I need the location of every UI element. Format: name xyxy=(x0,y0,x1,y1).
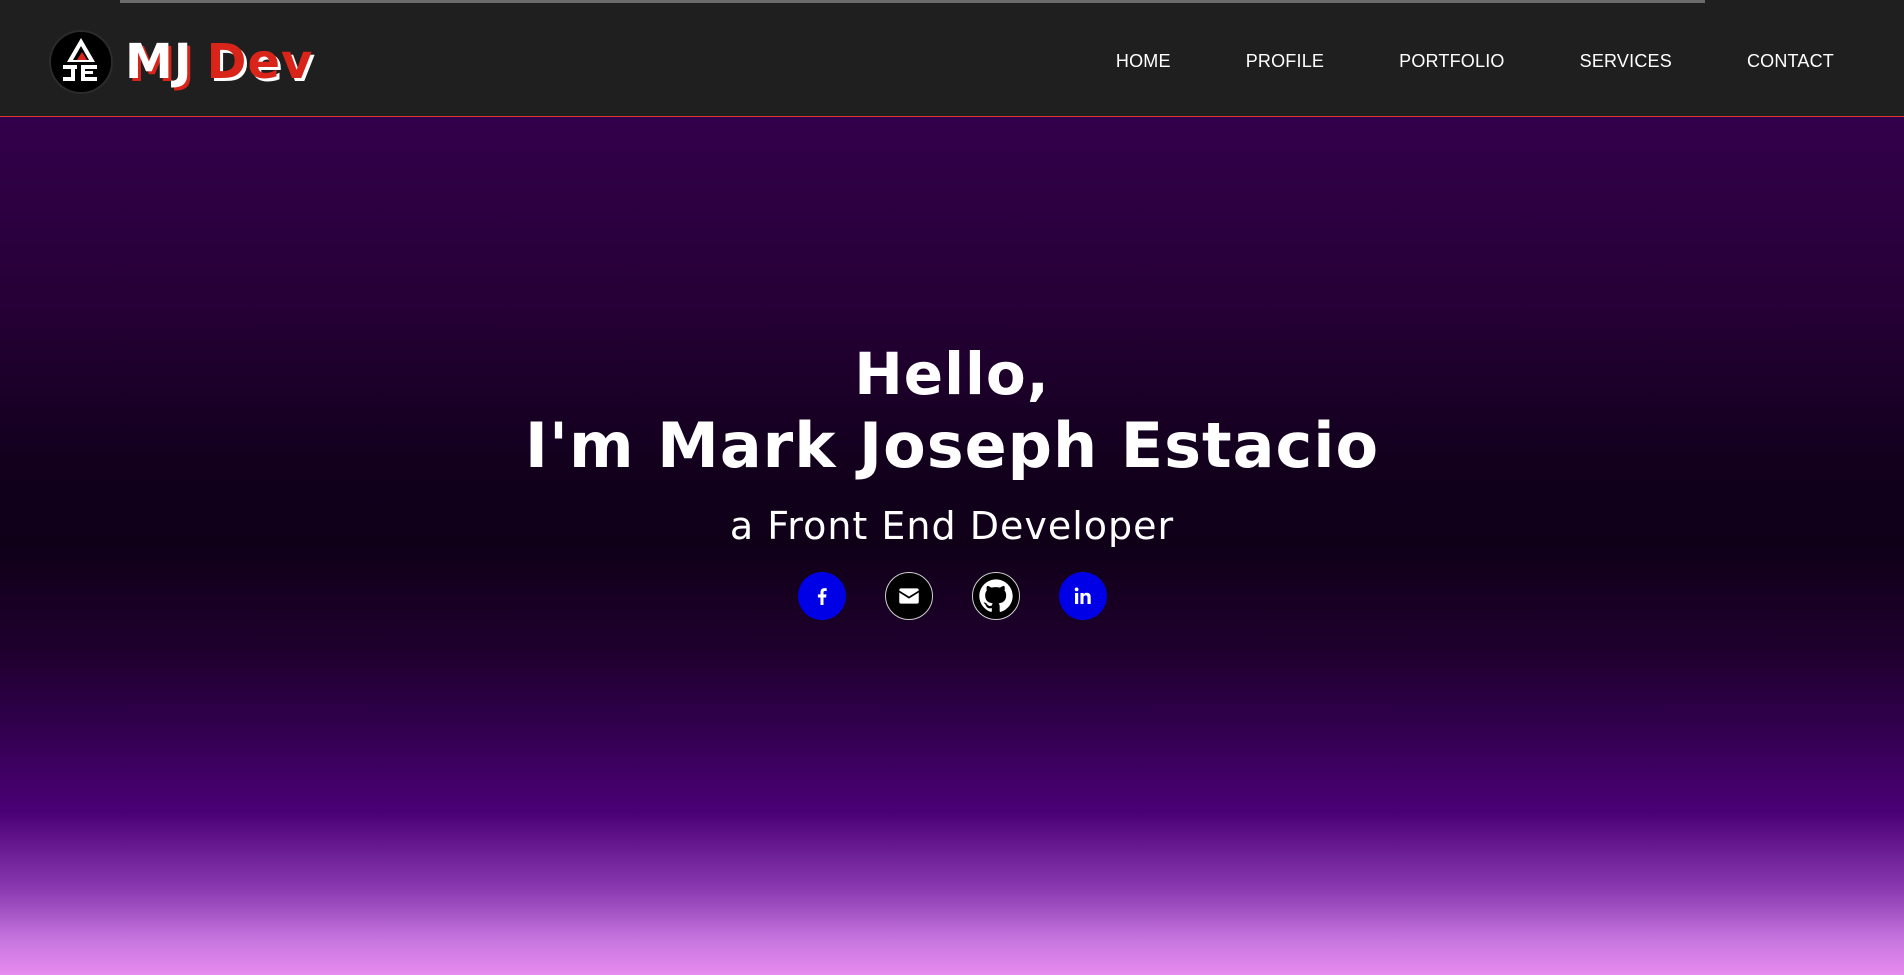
nav-portfolio[interactable]: PORTFOLIO xyxy=(1399,51,1505,72)
mj-logo-icon xyxy=(49,30,113,94)
nav-services[interactable]: SERVICES xyxy=(1580,51,1672,72)
brand-name-mj: MJ xyxy=(125,34,193,90)
scroll-indicator xyxy=(120,0,1705,3)
main-nav: HOME PROFILE PORTFOLIO SERVICES CONTACT xyxy=(1116,6,1834,117)
hero-role: a Front End Developer xyxy=(729,504,1175,548)
brand-name-dev: Dev xyxy=(206,34,314,90)
github-button[interactable] xyxy=(971,572,1020,620)
facebook-icon xyxy=(817,588,827,605)
linkedin-button[interactable] xyxy=(1058,572,1107,620)
social-links xyxy=(0,572,1904,620)
brand[interactable]: MJ Dev xyxy=(49,30,313,94)
site-header: MJ Dev HOME PROFILE PORTFOLIO SERVICES C… xyxy=(0,6,1904,117)
nav-profile[interactable]: PROFILE xyxy=(1246,51,1324,72)
hero-greeting: Hello, xyxy=(854,340,1050,408)
email-icon xyxy=(898,588,919,604)
brand-wordmark: MJ Dev xyxy=(125,38,313,86)
email-button[interactable] xyxy=(884,572,933,620)
github-icon xyxy=(978,579,1013,612)
hero-name: I'm Mark Joseph Estacio xyxy=(524,409,1380,482)
facebook-button[interactable] xyxy=(797,572,846,620)
nav-home[interactable]: HOME xyxy=(1116,51,1171,72)
linkedin-icon xyxy=(1074,587,1091,604)
hero-section: Hello, I'm Mark Joseph Estacio a Front E… xyxy=(0,117,1904,975)
nav-contact[interactable]: CONTACT xyxy=(1747,51,1834,72)
